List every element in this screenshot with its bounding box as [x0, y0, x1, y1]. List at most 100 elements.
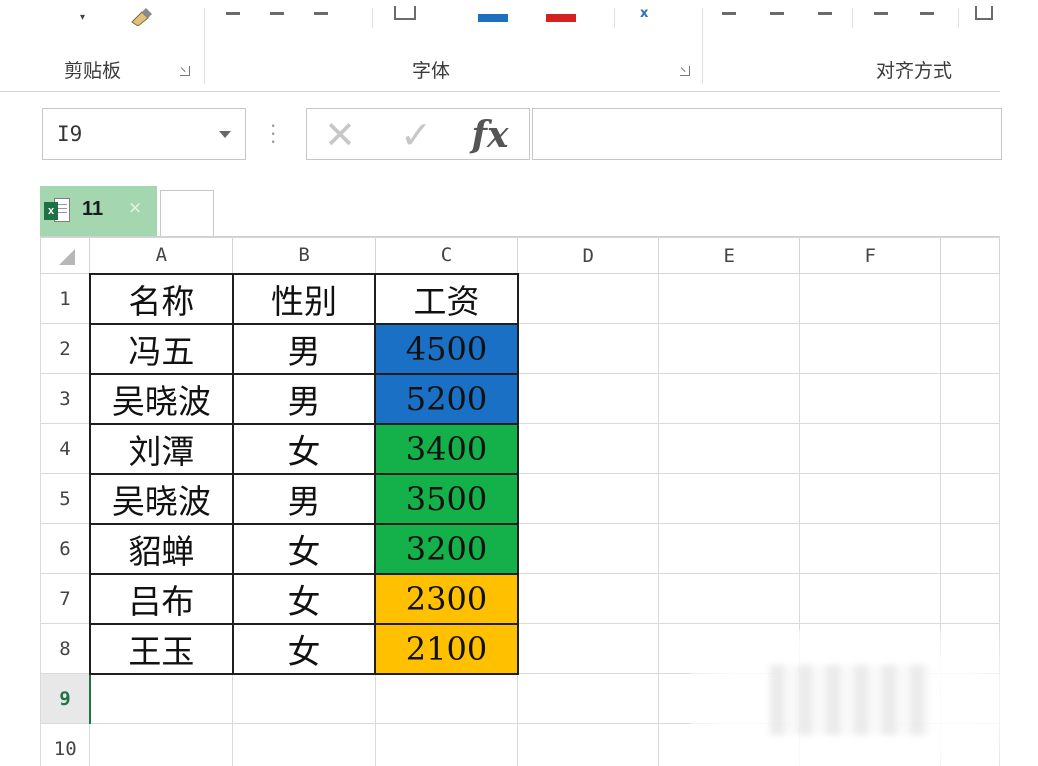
cell-a1[interactable]: 名称	[88, 272, 234, 325]
cell-b9[interactable]	[232, 673, 376, 724]
cell-e6[interactable]	[658, 523, 801, 574]
workbook-tab[interactable]: x 11 ×	[40, 186, 157, 236]
cell-c10[interactable]	[374, 723, 519, 766]
align-left-icon[interactable]	[874, 12, 888, 15]
new-tab-button[interactable]	[160, 190, 214, 236]
cell-g5[interactable]	[940, 473, 1000, 524]
column-header-c[interactable]: C	[374, 237, 519, 274]
cancel-icon[interactable]: ✕	[315, 115, 365, 155]
cell-a7[interactable]: 吕布	[88, 572, 234, 625]
cell-c3[interactable]: 5200	[374, 372, 519, 425]
cell-c5[interactable]: 3500	[374, 472, 519, 525]
cell-c2[interactable]: 4500	[374, 322, 519, 375]
cell-d1[interactable]	[517, 273, 660, 324]
cell-d8[interactable]	[517, 623, 660, 674]
row-header[interactable]: 7	[40, 573, 91, 624]
cell-f4[interactable]	[799, 423, 942, 474]
cell-a2[interactable]: 冯五	[88, 322, 234, 375]
bold-icon[interactable]	[226, 12, 240, 15]
cell-d5[interactable]	[517, 473, 660, 524]
align-top-icon[interactable]	[722, 12, 736, 15]
cell-f7[interactable]	[799, 573, 942, 624]
italic-icon[interactable]	[270, 12, 284, 15]
cell-b3[interactable]: 男	[231, 372, 377, 425]
cell-e7[interactable]	[658, 573, 801, 624]
cell-a9[interactable]	[89, 673, 234, 724]
cell-f6[interactable]	[799, 523, 942, 574]
clipboard-dialog-launcher-icon[interactable]	[180, 66, 190, 76]
cell-d9[interactable]	[517, 673, 660, 724]
cell-b10[interactable]	[232, 723, 376, 766]
row-header[interactable]: 10	[40, 723, 91, 766]
enter-check-icon[interactable]: ✓	[391, 115, 441, 155]
cell-c1[interactable]: 工资	[374, 272, 519, 325]
cell-c8[interactable]: 2100	[374, 622, 519, 675]
cell-b1[interactable]: 性别	[231, 272, 377, 325]
cell-e1[interactable]	[658, 273, 801, 324]
cell-g6[interactable]	[940, 523, 1000, 574]
cell-b6[interactable]: 女	[231, 522, 377, 575]
cell-b4[interactable]: 女	[231, 422, 377, 475]
formula-input[interactable]	[532, 108, 1002, 160]
cell-d10[interactable]	[517, 723, 660, 766]
row-header-active[interactable]: 9	[40, 673, 91, 724]
cell-g1[interactable]	[940, 273, 1000, 324]
cell-b7[interactable]: 女	[231, 572, 377, 625]
formula-bar-grip-icon[interactable]: · · ·	[270, 116, 276, 152]
font-color-icon[interactable]	[546, 14, 576, 22]
border-icon[interactable]	[394, 6, 416, 20]
cell-e3[interactable]	[658, 373, 801, 424]
cell-c9[interactable]	[374, 673, 519, 724]
row-header[interactable]: 1	[40, 273, 91, 324]
underline-icon[interactable]	[314, 12, 328, 15]
cell-e2[interactable]	[658, 323, 801, 374]
phonetic-icon[interactable]: x	[640, 6, 648, 21]
column-header-f[interactable]: F	[799, 237, 942, 274]
column-header-a[interactable]: A	[89, 237, 234, 274]
cell-g2[interactable]	[940, 323, 1000, 374]
cell-g3[interactable]	[940, 373, 1000, 424]
align-bottom-icon[interactable]	[818, 12, 832, 15]
chevron-down-icon[interactable]	[219, 131, 231, 138]
cell-c6[interactable]: 3200	[374, 522, 519, 575]
cell-a10[interactable]	[89, 723, 234, 766]
cell-f3[interactable]	[799, 373, 942, 424]
row-header[interactable]: 2	[40, 323, 91, 374]
cell-e4[interactable]	[658, 423, 801, 474]
cell-a6[interactable]: 貂蝉	[88, 522, 234, 575]
font-dialog-launcher-icon[interactable]	[680, 66, 690, 76]
insert-function-icon[interactable]: fx	[465, 115, 515, 155]
row-header[interactable]: 5	[40, 473, 91, 524]
wrap-text-icon[interactable]	[975, 6, 993, 20]
cell-d3[interactable]	[517, 373, 660, 424]
column-header-b[interactable]: B	[232, 237, 376, 274]
cell-d6[interactable]	[517, 523, 660, 574]
cell-e5[interactable]	[658, 473, 801, 524]
cell-a3[interactable]: 吴晓波	[88, 372, 234, 425]
align-center-icon[interactable]	[920, 12, 934, 15]
cell-g7[interactable]	[940, 573, 1000, 624]
cell-c7[interactable]: 2300	[374, 572, 519, 625]
column-header-d[interactable]: D	[517, 237, 660, 274]
paste-dropdown-icon[interactable]: ▾	[80, 12, 85, 26]
row-header[interactable]: 6	[40, 523, 91, 574]
cell-d4[interactable]	[517, 423, 660, 474]
cell-d2[interactable]	[517, 323, 660, 374]
fill-color-icon[interactable]	[478, 14, 508, 22]
cell-a5[interactable]: 吴晓波	[88, 472, 234, 525]
format-painter-icon[interactable]	[128, 6, 154, 26]
close-icon[interactable]: ×	[128, 198, 142, 218]
cell-b8[interactable]: 女	[231, 622, 377, 675]
cell-a4[interactable]: 刘潭	[88, 422, 234, 475]
cell-f1[interactable]	[799, 273, 942, 324]
cell-g4[interactable]	[940, 423, 1000, 474]
column-header-g[interactable]	[940, 237, 1000, 274]
cell-d7[interactable]	[517, 573, 660, 624]
cell-a8[interactable]: 王玉	[88, 622, 234, 675]
row-header[interactable]: 4	[40, 423, 91, 474]
row-header[interactable]: 3	[40, 373, 91, 424]
cell-b5[interactable]: 男	[231, 472, 377, 525]
row-header[interactable]: 8	[40, 623, 91, 674]
align-middle-icon[interactable]	[770, 12, 784, 15]
cell-b2[interactable]: 男	[231, 322, 377, 375]
